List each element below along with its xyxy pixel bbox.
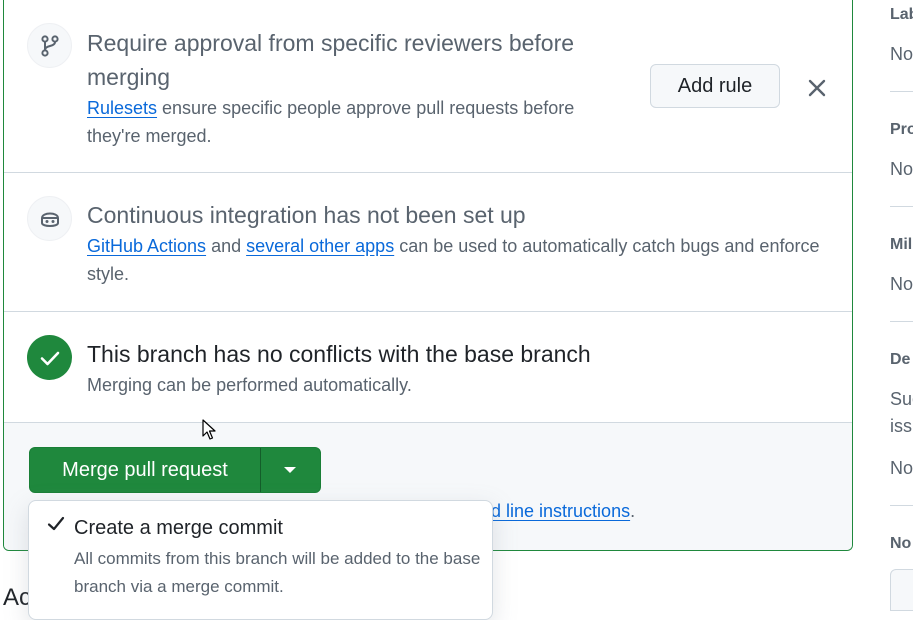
ci-and-text: and [206,236,247,256]
merge-box: Require approval from specific reviewers… [3,0,853,551]
check-icon [27,335,72,380]
sidebar-development-value: No [890,458,913,478]
review-rule-title: Require approval from specific reviewers… [87,30,575,90]
add-rule-button[interactable]: Add rule [650,64,780,108]
github-actions-link[interactable]: GitHub Actions [87,236,206,256]
sidebar-development-desc: Suc [890,389,913,409]
sidebar-divider [890,505,913,506]
triangle-down-icon[interactable] [260,448,320,492]
conflicts-section: This branch has no conflicts with the ba… [4,312,852,423]
ci-title: Continuous integration has not been set … [87,202,526,228]
merge-pull-request-button[interactable]: Merge pull request [30,448,261,492]
review-rule-desc: Rulesets ensure specific people approve … [87,94,627,150]
sidebar-labels-heading[interactable]: Lab [890,6,913,24]
sidebar-projects-heading[interactable]: Pro [890,121,913,139]
conflicts-desc: Merging can be performed automatically. [87,375,412,395]
sidebar-projects-value: No [890,159,913,179]
merge-method-desc: All commits from this branch will be add… [74,549,481,596]
merge-button-group: Merge pull request [29,447,321,493]
sidebar-divider [890,321,913,322]
other-apps-link[interactable]: several other apps [246,236,394,256]
conflicts-title: This branch has no conflicts with the ba… [87,341,591,367]
sidebar-divider [890,91,913,92]
review-rule-section: Require approval from specific reviewers… [4,0,852,173]
checkmark-icon [47,516,65,537]
sidebar-development-desc-2: issu [890,416,913,436]
sidebar-notifications-heading: No [890,535,912,552]
merge-method-dropdown: Create a merge commit All commits from t… [28,500,493,620]
rulesets-link[interactable]: Rulesets [87,98,157,118]
copilot-bot-icon [27,196,72,241]
command-line-period: . [630,501,636,521]
x-icon[interactable] [804,75,830,101]
sidebar-development-heading[interactable]: De [890,351,910,369]
command-line-text: nd line instructions. [481,501,635,522]
notifications-button[interactable] [890,569,913,611]
merge-method-title: Create a merge commit [74,517,283,539]
activity-heading: Ac [3,584,32,611]
command-line-instructions-link[interactable]: nd line instructions [481,501,630,521]
ci-desc: GitHub Actions and several other apps ca… [87,232,827,288]
sidebar-labels-value: No [890,44,913,64]
ci-section: Continuous integration has not been set … [4,173,852,312]
git-branch-icon [27,23,72,68]
sidebar-milestone-value: No [890,274,913,294]
mouse-cursor-icon [202,419,216,446]
sidebar-divider [890,206,913,207]
review-rule-desc-text: ensure specific people approve pull requ… [87,98,575,146]
sidebar-milestone-heading[interactable]: Mil [890,236,912,254]
